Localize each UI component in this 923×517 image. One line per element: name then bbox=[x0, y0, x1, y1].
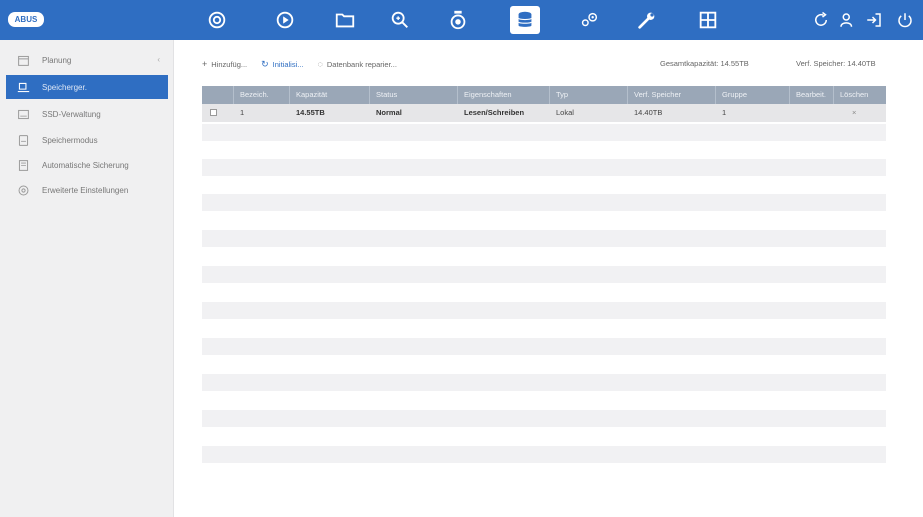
sidebar-item-label: Erweiterte Einstellungen bbox=[42, 185, 129, 195]
sidebar-item-label: SSD-Verwaltung bbox=[42, 109, 101, 119]
delete-icon[interactable]: × bbox=[834, 104, 886, 122]
cell-property: Lesen/Schreiben bbox=[464, 108, 525, 117]
cell-type: Lokal bbox=[556, 108, 574, 117]
header-select bbox=[202, 86, 234, 104]
initialize-button[interactable]: ↻ Initialisi... bbox=[261, 59, 303, 70]
empty-row bbox=[202, 124, 886, 141]
header-group: Gruppe bbox=[716, 86, 790, 104]
cell-status: Normal bbox=[376, 108, 402, 117]
camera-eye-icon[interactable] bbox=[202, 6, 232, 34]
search-zoom-icon[interactable] bbox=[385, 6, 415, 34]
empty-row bbox=[202, 446, 886, 463]
plus-icon: + bbox=[202, 59, 208, 69]
add-button[interactable]: + Hinzufüg... bbox=[202, 59, 247, 69]
ptz-camera-icon[interactable] bbox=[443, 6, 473, 34]
refresh-small-icon: ↻ bbox=[261, 58, 269, 69]
sidebar-item-ssd-verwaltung[interactable]: SSD-Verwaltung bbox=[6, 102, 168, 126]
storage-database-icon[interactable] bbox=[510, 6, 540, 34]
user-icon[interactable] bbox=[836, 9, 858, 31]
header-label: Bezeich. bbox=[234, 86, 290, 104]
storage-device-table: Bezeich. Kapazität Status Eigenschaften … bbox=[202, 86, 886, 122]
storage-mode-icon bbox=[16, 133, 30, 147]
header-type: Typ bbox=[550, 86, 628, 104]
folder-icon[interactable] bbox=[330, 6, 360, 34]
repair-database-label: Datenbank reparier... bbox=[326, 59, 397, 69]
multiview-grid-icon[interactable] bbox=[693, 6, 723, 34]
advanced-settings-icon bbox=[16, 183, 30, 197]
sidebar-item-label: Speichermodus bbox=[42, 135, 98, 145]
sidebar-item-label: Speicherger. bbox=[42, 82, 87, 92]
empty-row bbox=[202, 410, 886, 427]
maintenance-wrench-icon[interactable] bbox=[632, 6, 662, 34]
header-status: Status bbox=[370, 86, 458, 104]
add-button-label: Hinzufüg... bbox=[211, 59, 248, 69]
free-capacity: Verf. Speicher: 14.40TB bbox=[796, 59, 876, 68]
empty-row bbox=[202, 230, 886, 247]
backup-icon bbox=[16, 158, 30, 172]
sidebar-item-speichermodus[interactable]: Speichermodus bbox=[6, 128, 168, 152]
calendar-icon bbox=[16, 53, 30, 67]
header-delete: Löschen bbox=[840, 90, 869, 99]
table-row[interactable]: 1 14.55TB Normal Lesen/Schreiben Lokal 1… bbox=[202, 104, 886, 122]
repair-database-button[interactable]: ◌ Datenbank reparier... bbox=[318, 59, 397, 69]
cell-edit[interactable] bbox=[790, 104, 834, 122]
power-icon[interactable] bbox=[894, 9, 916, 31]
sidebar-item-erweiterte-einstellungen[interactable]: Erweiterte Einstellungen bbox=[6, 178, 168, 202]
header-edit: Bearbeit. bbox=[790, 86, 834, 104]
sidebar-item-planung[interactable]: Planung ‹ bbox=[6, 48, 168, 72]
sidebar-item-automatische-sicherung[interactable]: Automatische Sicherung bbox=[6, 153, 168, 177]
cell-capacity: 14.55TB bbox=[296, 108, 325, 117]
brand-logo: ABUS bbox=[8, 12, 44, 27]
repair-icon: ◌ bbox=[317, 59, 323, 69]
refresh-icon[interactable] bbox=[810, 9, 832, 31]
ssd-icon bbox=[16, 107, 30, 121]
empty-row bbox=[202, 194, 886, 211]
cell-free-space: 14.40TB bbox=[634, 108, 663, 117]
empty-row bbox=[202, 302, 886, 319]
initialize-button-label: Initialisi... bbox=[272, 59, 304, 69]
header-property: Eigenschaften bbox=[458, 86, 550, 104]
header-free-space: Verf. Speicher bbox=[628, 86, 716, 104]
total-capacity: Gesamtkapazität: 14.55TB bbox=[660, 59, 749, 68]
cell-label: 1 bbox=[240, 108, 245, 117]
logout-icon[interactable] bbox=[863, 9, 885, 31]
storage-toolbar: + Hinzufüg... ↻ Initialisi... ◌ Datenban… bbox=[202, 57, 411, 71]
table-header: Bezeich. Kapazität Status Eigenschaften … bbox=[202, 86, 886, 104]
row-checkbox-cell[interactable] bbox=[202, 104, 234, 122]
empty-row bbox=[202, 159, 886, 176]
cell-group: 1 bbox=[722, 108, 727, 117]
sidebar-item-label: Automatische Sicherung bbox=[42, 160, 129, 170]
hdd-icon bbox=[16, 80, 30, 94]
sidebar-item-speichergeraet[interactable]: Speicherger. bbox=[6, 75, 168, 99]
playback-icon[interactable] bbox=[270, 6, 300, 34]
empty-row bbox=[202, 374, 886, 391]
header-capacity: Kapazität bbox=[290, 86, 370, 104]
settings-gears-icon[interactable] bbox=[574, 6, 604, 34]
top-navigation-bar: ABUS bbox=[0, 0, 923, 40]
row-checkbox[interactable] bbox=[210, 109, 217, 116]
empty-row bbox=[202, 338, 886, 355]
sidebar-item-label: Planung bbox=[42, 55, 72, 65]
chevron-icon: ‹ bbox=[157, 55, 160, 64]
empty-row bbox=[202, 266, 886, 283]
sidebar: Planung ‹ Speicherger. SSD-Verwaltung Sp… bbox=[0, 40, 174, 517]
